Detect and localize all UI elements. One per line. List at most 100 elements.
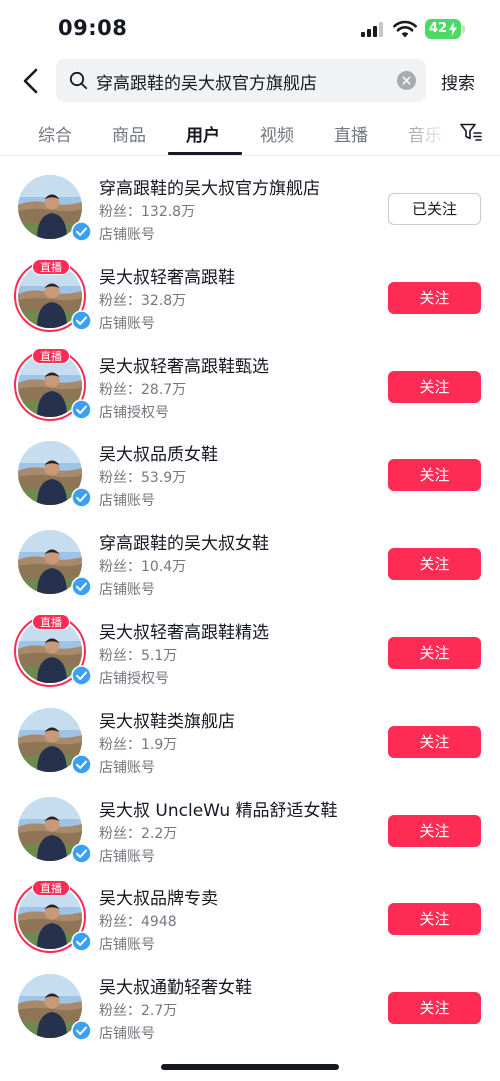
user-name: 吴大叔通勤轻奢女鞋 [99,978,252,999]
follower-count: 粉丝：4948 [99,914,177,931]
follower-count: 粉丝：5.1万 [99,647,178,664]
active-tab-indicator [168,152,242,155]
follower-count: 粉丝：10.4万 [99,559,187,576]
user-row[interactable]: 吴大叔品质女鞋 粉丝：53.9万 店铺账号 关注 [0,430,500,519]
search-row: 穿高跟鞋的吴大叔官方旗舰店 搜索 [0,58,500,104]
follow-button[interactable]: 关注 [388,548,481,581]
verified-icon [71,310,92,331]
live-badge: 直播 [32,880,70,897]
account-type: 店铺账号 [99,848,155,865]
tab-bar: 综合 商品 用户 视频 直播 音乐 [0,104,500,156]
user-name: 穿高跟鞋的吴大叔官方旗舰店 [99,179,320,199]
account-type: 店铺账号 [99,582,155,599]
search-icon [69,71,88,90]
user-row[interactable]: 直播 吴大叔轻奢高跟鞋甄选 粉丝：28.7万 店铺授权号 关注 [0,342,500,431]
user-list: 穿高跟鞋的吴大叔官方旗舰店 粉丝：132.8万 店铺账号 已关注 直播 吴大叔轻… [0,164,500,1052]
avatar-container[interactable] [18,530,92,597]
avatar-container[interactable] [18,441,92,509]
tab-videos[interactable]: 视频 [260,121,294,146]
user-name: 吴大叔品牌专卖 [99,889,218,910]
account-type: 店铺账号 [99,227,155,243]
account-type: 店铺账号 [99,759,155,776]
user-row[interactable]: 吴大叔通勤轻奢女鞋 粉丝：2.7万 店铺账号 关注 [0,963,500,1052]
avatar-container[interactable] [18,796,92,864]
follow-button[interactable]: 关注 [388,459,481,492]
follower-count: 粉丝：2.2万 [99,825,178,842]
follower-count: 粉丝：28.7万 [99,381,187,398]
follow-button[interactable]: 关注 [388,992,481,1025]
avatar-container[interactable] [18,974,92,1041]
cellular-signal-icon [361,22,383,37]
user-row[interactable]: 吴大叔鞋类旗舰店 粉丝：1.9万 店铺账号 关注 [0,697,500,786]
tab-comprehensive[interactable]: 综合 [38,121,72,146]
home-indicator [161,1064,339,1070]
verified-icon [71,576,92,597]
follower-count: 粉丝：2.7万 [99,1003,178,1020]
battery-level: 42 [429,21,448,36]
follow-button[interactable]: 关注 [388,370,481,403]
battery-cap [462,25,465,33]
user-row[interactable]: 直播 吴大叔轻奢高跟鞋 粉丝：32.8万 店铺账号 关注 [0,253,500,342]
user-name: 穿高跟鞋的吴大叔女鞋 [99,534,269,555]
account-type: 店铺账号 [99,315,155,332]
avatar-container[interactable]: 直播 [14,258,92,332]
user-row[interactable]: 穿高跟鞋的吴大叔女鞋 粉丝：10.4万 店铺账号 关注 [0,519,500,608]
account-type: 店铺授权号 [99,670,169,687]
tab-users[interactable]: 用户 [186,121,220,146]
verified-icon [71,398,92,420]
live-badge: 直播 [32,613,70,630]
follow-button[interactable]: 关注 [388,903,481,936]
battery-icon: 42 [425,19,461,39]
user-name: 吴大叔轻奢高跟鞋精选 [99,622,269,643]
search-input[interactable]: 穿高跟鞋的吴大叔官方旗舰店 [56,59,426,102]
account-type: 店铺账号 [99,493,155,510]
verified-icon [71,842,92,864]
user-row[interactable]: 直播 吴大叔品牌专卖 粉丝：4948 店铺账号 关注 [0,874,500,963]
follower-count: 粉丝：53.9万 [99,470,187,487]
charging-bolt-icon [449,22,457,36]
verified-icon [71,1020,92,1041]
account-type: 店铺授权号 [99,404,169,421]
search-button[interactable]: 搜索 [441,69,475,94]
user-name: 吴大叔轻奢高跟鞋甄选 [99,356,269,377]
avatar-container[interactable]: 直播 [14,347,92,421]
clear-icon[interactable] [397,71,416,90]
account-type: 店铺账号 [99,1026,155,1043]
verified-icon [71,221,92,242]
tab-fade-overlay [390,104,462,154]
tab-products[interactable]: 商品 [112,121,146,146]
avatar-container[interactable] [18,707,92,775]
back-arrow-icon[interactable] [18,66,44,96]
status-time: 09:08 [58,16,128,40]
search-query: 穿高跟鞋的吴大叔官方旗舰店 [96,74,317,94]
user-name: 吴大叔 UncleWu 精品舒适女鞋 [99,800,338,821]
live-badge: 直播 [32,347,70,364]
follow-button[interactable]: 关注 [388,725,481,758]
follow-button[interactable]: 关注 [388,281,481,314]
following-button[interactable]: 已关注 [388,193,481,225]
avatar-container[interactable]: 直播 [14,613,92,687]
tab-live[interactable]: 直播 [334,121,368,146]
user-row[interactable]: 穿高跟鞋的吴大叔官方旗舰店 粉丝：132.8万 店铺账号 已关注 [0,164,500,253]
user-row[interactable]: 直播 吴大叔轻奢高跟鞋精选 粉丝：5.1万 店铺授权号 关注 [0,608,500,697]
avatar-container[interactable] [18,175,92,242]
user-name: 吴大叔品质女鞋 [99,445,218,466]
verified-icon [71,487,92,509]
live-badge: 直播 [32,258,70,275]
status-bar: 09:08 42 [0,0,500,58]
user-name: 吴大叔轻奢高跟鞋 [99,267,235,288]
follower-count: 粉丝：1.9万 [99,736,178,753]
follow-button[interactable]: 关注 [388,636,481,669]
verified-icon [71,665,92,686]
follower-count: 粉丝：32.8万 [99,292,187,309]
user-name: 吴大叔鞋类旗舰店 [99,711,235,732]
account-type: 店铺账号 [99,937,155,954]
follow-button[interactable]: 关注 [388,814,481,847]
verified-icon [71,931,92,953]
verified-icon [71,754,92,775]
user-row[interactable]: 吴大叔 UncleWu 精品舒适女鞋 粉丝：2.2万 店铺账号 关注 [0,786,500,875]
follower-count: 粉丝：132.8万 [99,204,196,220]
wifi-icon [393,20,417,38]
filter-icon[interactable] [460,123,482,141]
avatar-container[interactable]: 直播 [14,880,92,954]
